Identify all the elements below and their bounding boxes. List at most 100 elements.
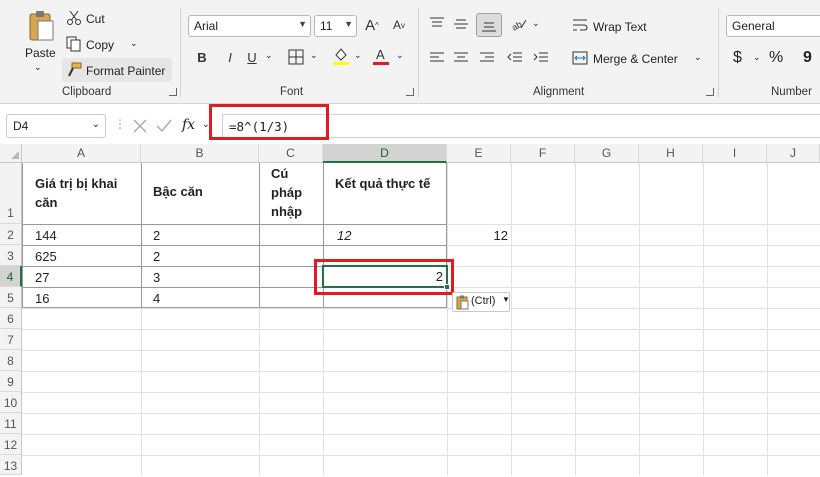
- cell-b2[interactable]: 2: [153, 228, 160, 243]
- font-launcher-icon[interactable]: [406, 88, 414, 96]
- insert-function-button[interactable]: fx: [182, 117, 195, 133]
- paste-icon[interactable]: [26, 8, 56, 44]
- row-header-9[interactable]: 9: [0, 371, 22, 392]
- format-painter-button[interactable]: Format Painter: [86, 64, 165, 78]
- align-middle-icon[interactable]: [452, 15, 470, 33]
- merge-center-icon[interactable]: [572, 50, 588, 66]
- font-color-dropdown-icon[interactable]: ⌄: [396, 50, 404, 61]
- decrease-indent-icon[interactable]: [506, 50, 524, 66]
- column-header-b[interactable]: B: [141, 144, 259, 163]
- row-header-5[interactable]: 5: [0, 287, 22, 308]
- column-header-h[interactable]: H: [639, 144, 703, 163]
- column-header-f[interactable]: F: [511, 144, 575, 163]
- decrease-font-icon[interactable]: Av: [389, 15, 409, 35]
- row-header-10[interactable]: 10: [0, 392, 22, 413]
- currency-button[interactable]: $: [733, 49, 742, 67]
- paste-options-label: (Ctrl): [471, 295, 496, 307]
- copy-icon[interactable]: [66, 36, 82, 52]
- comma-style-button[interactable]: 9: [803, 49, 812, 67]
- svg-text:A: A: [376, 47, 385, 62]
- clipboard-launcher-icon[interactable]: [169, 88, 177, 96]
- gridline: [703, 163, 704, 475]
- name-box[interactable]: D4 ⌄: [6, 114, 106, 138]
- merge-center-dropdown-icon[interactable]: ⌄: [694, 52, 702, 63]
- cell-d1[interactable]: Kết quả thực tế: [335, 174, 440, 193]
- format-painter-icon[interactable]: [66, 62, 82, 78]
- number-format-combo[interactable]: General: [726, 15, 820, 37]
- scissors-icon[interactable]: [66, 10, 82, 26]
- currency-dropdown-icon[interactable]: ⌄: [753, 52, 761, 63]
- column-header-j[interactable]: J: [767, 144, 820, 163]
- cell-a2[interactable]: 144: [35, 228, 57, 243]
- result-highlight-box: [314, 259, 454, 295]
- font-size-combo[interactable]: 11 ▼: [314, 15, 357, 37]
- wrap-text-icon[interactable]: [572, 17, 588, 33]
- gridline: [447, 163, 448, 475]
- chevron-down-icon: ▼: [344, 19, 353, 29]
- cut-button[interactable]: Cut: [86, 12, 105, 26]
- cell-b1[interactable]: Bậc căn: [153, 184, 203, 199]
- italic-button[interactable]: I: [222, 48, 238, 66]
- align-top-icon[interactable]: [428, 15, 446, 33]
- cell-a4[interactable]: 27: [35, 270, 49, 285]
- column-header-a[interactable]: A: [22, 144, 141, 163]
- chevron-down-icon[interactable]: ⌄: [92, 119, 100, 130]
- more-options-icon[interactable]: ⋮: [114, 117, 126, 131]
- orientation-dropdown-icon[interactable]: ⌄: [532, 18, 540, 29]
- underline-button[interactable]: U: [244, 48, 260, 66]
- font-name-combo[interactable]: Arial ▼: [188, 15, 311, 37]
- row-header-11[interactable]: 11: [0, 413, 22, 434]
- row-header-8[interactable]: 8: [0, 350, 22, 371]
- row-header-6[interactable]: 6: [0, 308, 22, 329]
- merge-center-button[interactable]: Merge & Center: [593, 52, 678, 66]
- copy-dropdown-icon[interactable]: ⌄: [130, 38, 138, 49]
- row-header-3[interactable]: 3: [0, 245, 22, 266]
- column-header-c[interactable]: C: [259, 144, 323, 163]
- row-header-4[interactable]: 4: [0, 266, 22, 287]
- percent-button[interactable]: %: [769, 49, 783, 67]
- cell-b5[interactable]: 4: [153, 291, 160, 306]
- row-header-12[interactable]: 12: [0, 434, 22, 455]
- enter-icon[interactable]: [154, 116, 174, 136]
- borders-dropdown-icon[interactable]: ⌄: [310, 50, 318, 61]
- row-header-1[interactable]: 1: [0, 163, 22, 224]
- cell-c1[interactable]: Cú pháp nhập: [271, 164, 311, 221]
- cell-d2[interactable]: 12: [337, 228, 351, 243]
- cell-b3[interactable]: 2: [153, 249, 160, 264]
- column-header-g[interactable]: G: [575, 144, 639, 163]
- row-header-2[interactable]: 2: [0, 224, 22, 245]
- increase-indent-icon[interactable]: [532, 50, 550, 66]
- paste-dropdown-icon[interactable]: ⌄: [34, 62, 42, 73]
- align-left-icon[interactable]: [428, 50, 446, 66]
- column-header-e[interactable]: E: [447, 144, 511, 163]
- column-header-d[interactable]: D: [323, 144, 447, 163]
- paste-button[interactable]: Paste: [25, 46, 56, 60]
- row-header-7[interactable]: 7: [0, 329, 22, 350]
- orientation-icon[interactable]: ab: [510, 15, 528, 33]
- cell-a1[interactable]: Giá trị bị khai căn: [35, 174, 139, 212]
- cell-b4[interactable]: 3: [153, 270, 160, 285]
- increase-font-icon[interactable]: A ^: [362, 15, 382, 35]
- cancel-icon[interactable]: [130, 116, 150, 136]
- alignment-launcher-icon[interactable]: [706, 88, 714, 96]
- row-header-13[interactable]: 13: [0, 455, 22, 475]
- cell-e2[interactable]: 12: [447, 228, 508, 243]
- cell-a5[interactable]: 16: [35, 291, 49, 306]
- borders-icon[interactable]: [288, 49, 304, 65]
- font-color-icon[interactable]: A: [372, 46, 390, 66]
- gridline: [22, 392, 820, 393]
- number-format-value: General: [732, 19, 775, 33]
- fill-color-icon[interactable]: [332, 46, 350, 66]
- underline-dropdown-icon[interactable]: ⌄: [265, 50, 273, 61]
- align-center-icon[interactable]: [452, 50, 470, 66]
- align-right-icon[interactable]: [478, 50, 496, 66]
- wrap-text-button[interactable]: Wrap Text: [593, 20, 647, 34]
- fill-color-dropdown-icon[interactable]: ⌄: [354, 50, 362, 61]
- column-header-i[interactable]: I: [703, 144, 767, 163]
- cell-a3[interactable]: 625: [35, 249, 57, 264]
- copy-button[interactable]: Copy: [86, 38, 114, 52]
- bold-button[interactable]: B: [194, 48, 210, 66]
- select-all-icon: [11, 151, 19, 159]
- number-group-label: Number: [771, 86, 812, 98]
- gridline: [22, 308, 820, 309]
